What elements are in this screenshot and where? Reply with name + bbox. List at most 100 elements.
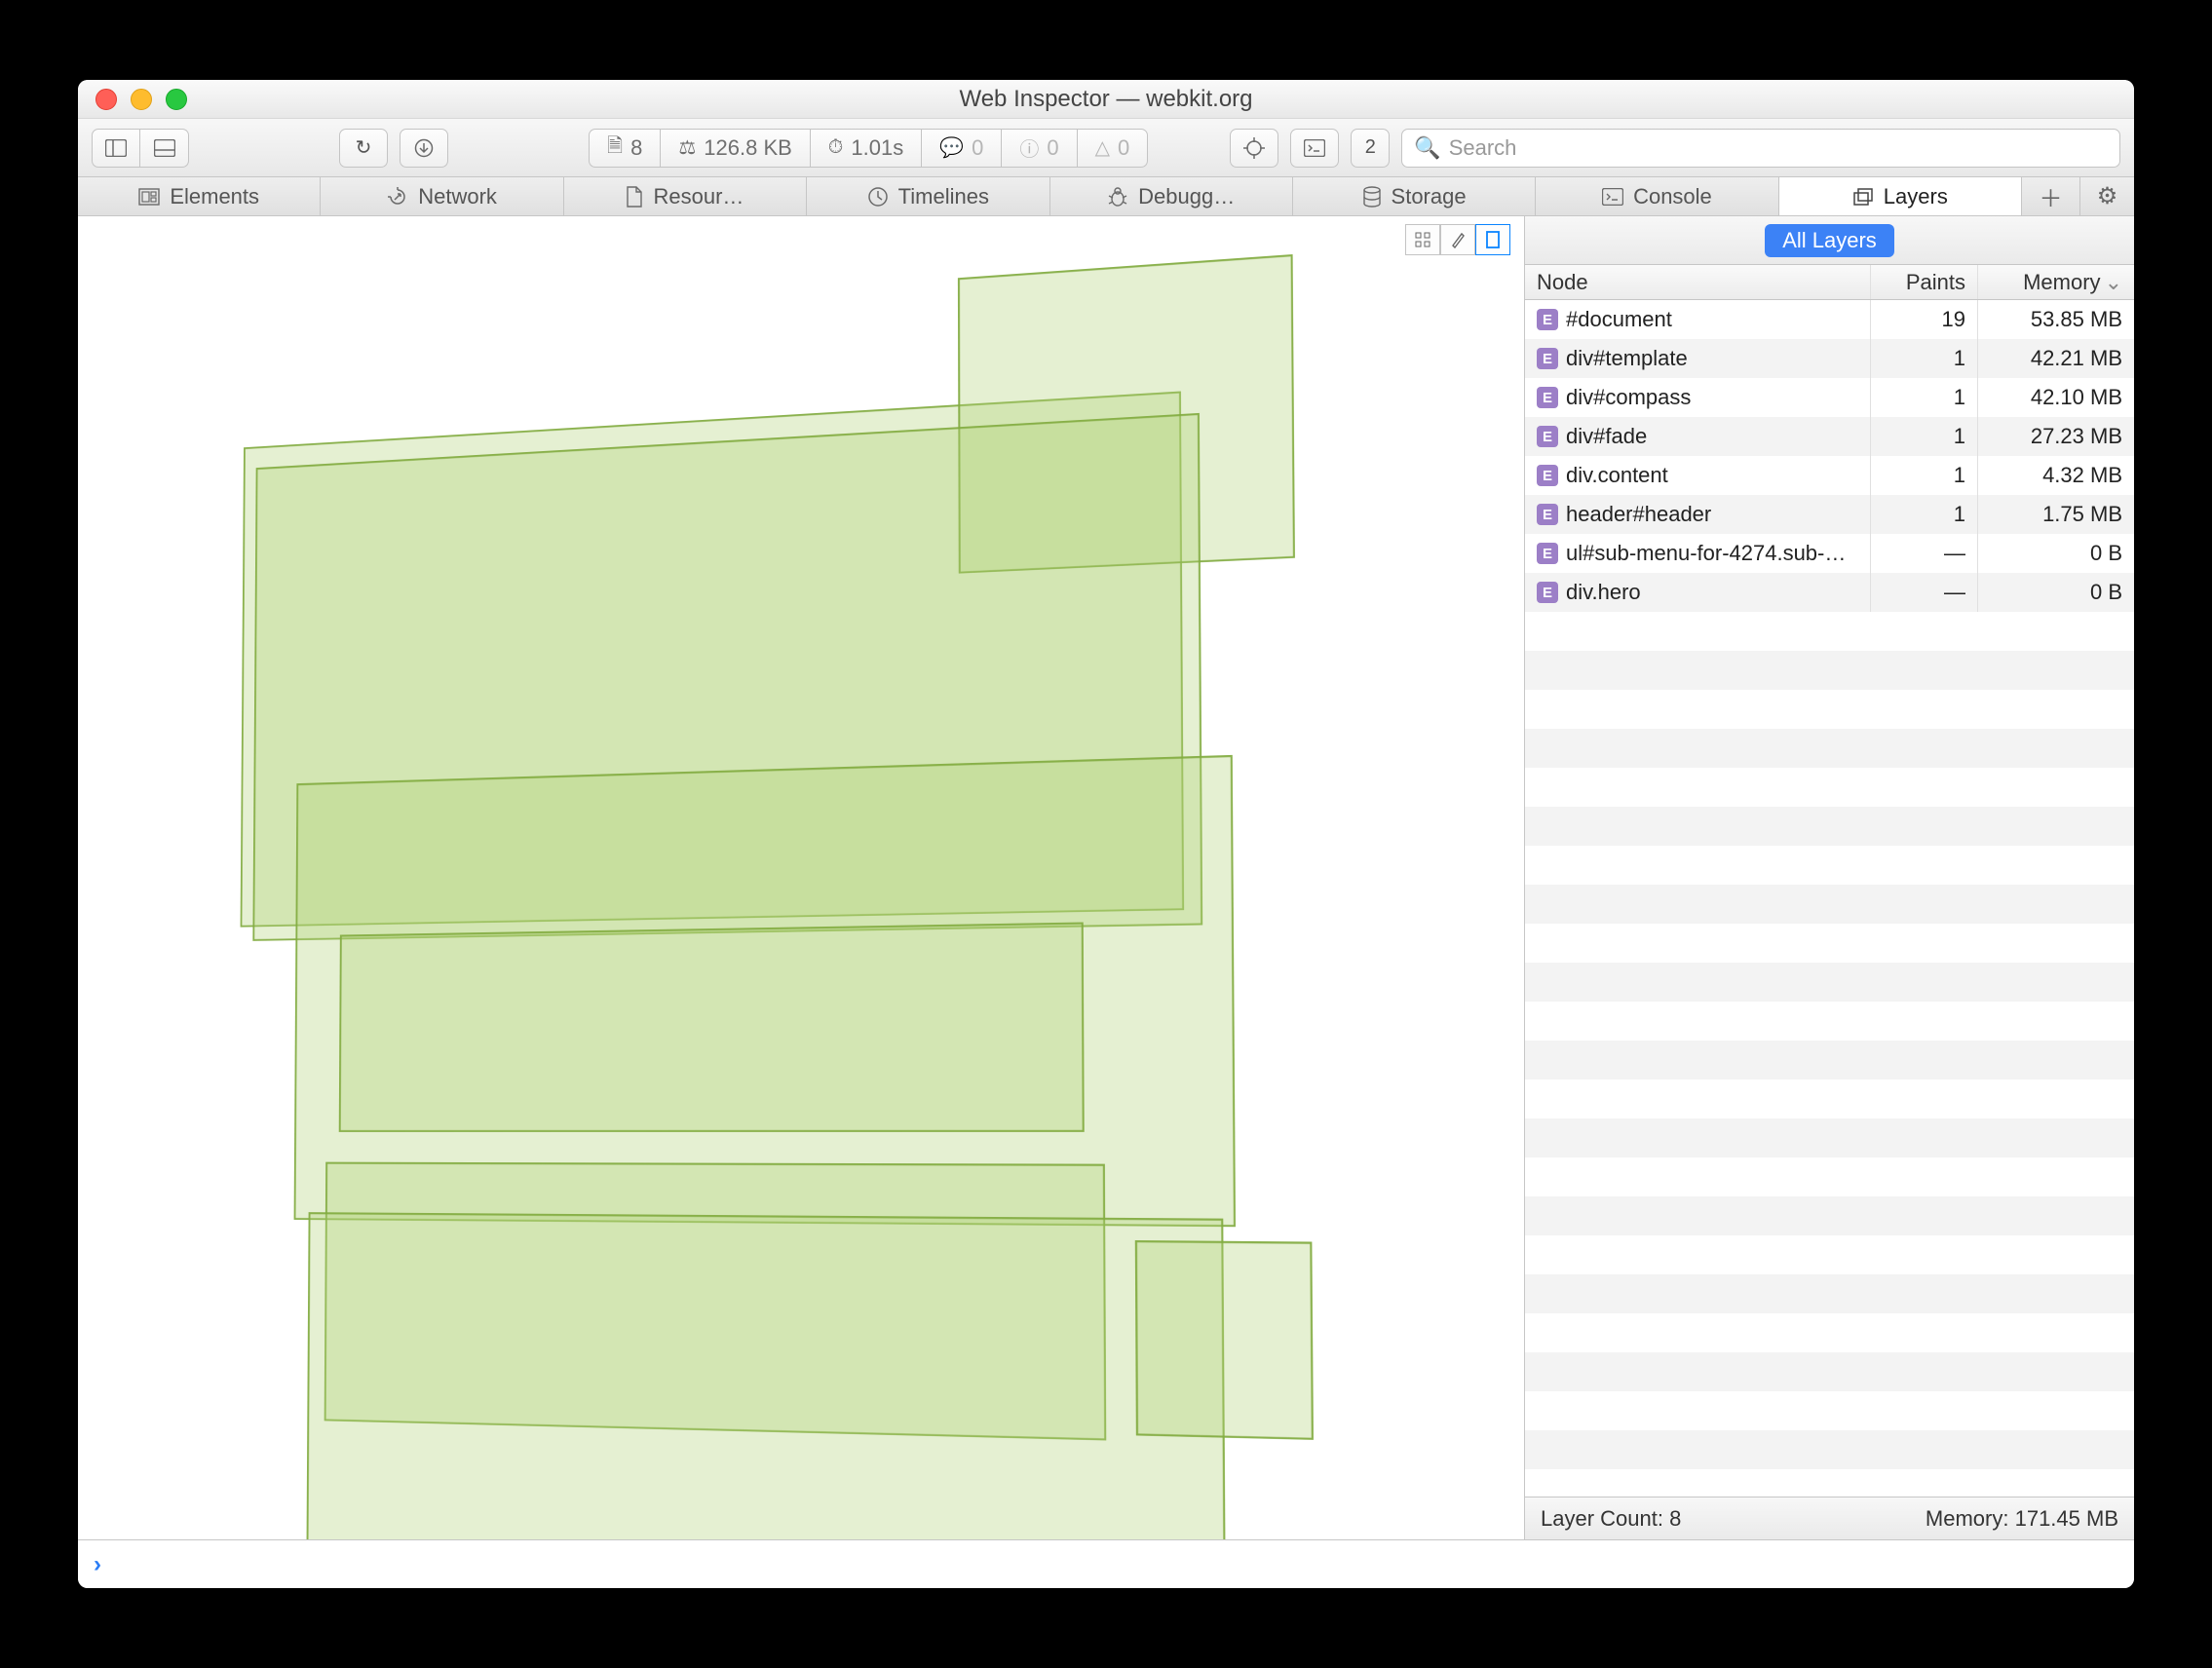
table-row-empty — [1525, 885, 2134, 924]
cell-paints: 19 — [1871, 300, 1978, 339]
tab-storage[interactable]: Storage — [1293, 177, 1536, 215]
new-tab-button[interactable]: ＋ — [2022, 177, 2080, 215]
element-badge-icon: E — [1537, 582, 1558, 603]
table-row[interactable]: Ediv#template142.21 MB — [1525, 339, 2134, 378]
download-button[interactable] — [400, 129, 448, 168]
cell-paints: 1 — [1871, 378, 1978, 417]
cell-paints: — — [1871, 573, 1978, 612]
document-icon: 🗎 — [607, 132, 623, 165]
time-stat[interactable]: ⏱1.01s — [810, 129, 921, 168]
element-badge-icon: E — [1537, 426, 1558, 447]
table-body[interactable]: E#document1953.85 MBEdiv#template142.21 … — [1525, 300, 2134, 1497]
cell-node: Eheader#header — [1525, 495, 1871, 534]
scope-all-layers[interactable]: All Layers — [1765, 224, 1894, 257]
table-row[interactable]: Ediv#compass142.10 MB — [1525, 378, 2134, 417]
element-badge-icon: E — [1537, 504, 1558, 525]
layers-sidebar: All Layers Node Paints Memory E #document… — [1525, 216, 2134, 1539]
errors-stat[interactable]: ⓘ0 — [1001, 129, 1076, 168]
view-3d-button[interactable] — [1475, 224, 1510, 255]
column-paints[interactable]: Paints — [1871, 265, 1978, 299]
toolbar-count[interactable]: 2 — [1351, 129, 1390, 168]
tab-timelines[interactable]: Timelines — [807, 177, 1049, 215]
node-name: div.content — [1566, 463, 1668, 488]
resources-stat[interactable]: 🗎8 — [589, 129, 660, 168]
cell-paints: 1 — [1871, 456, 1978, 495]
cell-memory: 0 B — [1978, 573, 2134, 612]
search-placeholder: Search — [1449, 135, 1517, 161]
layer-plane[interactable] — [1135, 1240, 1314, 1440]
view-grid-button[interactable] — [1405, 224, 1440, 255]
tab-debugger[interactable]: Debugg… — [1050, 177, 1293, 215]
warnings-stat[interactable]: △0 — [1077, 129, 1149, 168]
gear-icon: ⚙ — [2097, 182, 2118, 210]
column-node[interactable]: Node — [1525, 265, 1871, 299]
cell-node: Ediv.hero — [1525, 573, 1871, 612]
close-button[interactable] — [95, 89, 117, 110]
titlebar: Web Inspector — webkit.org — [78, 80, 2134, 119]
console-button[interactable] — [1290, 129, 1339, 168]
quick-console[interactable]: › — [78, 1539, 2134, 1588]
cell-paints: — — [1871, 534, 1978, 573]
table-row-empty — [1525, 768, 2134, 807]
table-row-empty — [1525, 1118, 2134, 1157]
tab-elements[interactable]: Elements — [78, 177, 321, 215]
node-name: ul#sub-menu-for-4274.sub-… — [1566, 541, 1846, 566]
layer-plane[interactable] — [339, 922, 1085, 1132]
table-row-empty — [1525, 690, 2134, 729]
view-paint-button[interactable] — [1440, 224, 1475, 255]
inspect-element-button[interactable] — [1230, 129, 1278, 168]
table-row[interactable]: E #document 1953.85 MB — [1525, 300, 2134, 339]
table-row-empty — [1525, 1274, 2134, 1313]
toggle-left-sidebar-button[interactable] — [92, 129, 140, 168]
tab-console[interactable]: Console — [1536, 177, 1778, 215]
cell-node: Ediv#fade — [1525, 417, 1871, 456]
node-name: #document — [1566, 307, 1672, 332]
node-name: header#header — [1566, 502, 1711, 527]
table-row[interactable]: Eul#sub-menu-for-4274.sub-…—0 B — [1525, 534, 2134, 573]
cell-memory: 27.23 MB — [1978, 417, 2134, 456]
resources-icon — [626, 186, 643, 208]
layer-plane[interactable] — [306, 1212, 1227, 1539]
table-row[interactable]: Ediv#fade127.23 MB — [1525, 417, 2134, 456]
cell-node: E #document — [1525, 300, 1871, 339]
tab-layers[interactable]: Layers — [1779, 177, 2022, 215]
layer-count-label: Layer Count: 8 — [1541, 1506, 1681, 1532]
element-badge-icon: E — [1537, 543, 1558, 564]
plus-icon: ＋ — [2040, 179, 2063, 213]
layers-3d-viewport[interactable] — [78, 216, 1525, 1539]
logs-stat[interactable]: 💬0 — [921, 129, 1001, 168]
table-row[interactable]: Ediv.hero—0 B — [1525, 573, 2134, 612]
view-controls — [1405, 224, 1510, 255]
table-row-empty — [1525, 1080, 2134, 1118]
grid-icon — [1415, 232, 1430, 247]
table-row-empty — [1525, 1002, 2134, 1041]
cell-memory: 42.21 MB — [1978, 339, 2134, 378]
table-row[interactable]: Eheader#header11.75 MB — [1525, 495, 2134, 534]
scope-bar: All Layers — [1525, 216, 2134, 265]
chat-icon: 💬 — [939, 135, 964, 160]
column-memory[interactable]: Memory — [1978, 265, 2134, 299]
table-row[interactable]: Ediv.content14.32 MB — [1525, 456, 2134, 495]
cell-node: Ediv.content — [1525, 456, 1871, 495]
search-field[interactable]: 🔍 Search — [1401, 129, 2120, 168]
table-row-empty — [1525, 1196, 2134, 1235]
cell-memory: 53.85 MB — [1978, 300, 2134, 339]
search-icon: 🔍 — [1414, 135, 1440, 161]
cell-node: Ediv#template — [1525, 339, 1871, 378]
element-badge-icon: E — [1537, 309, 1558, 330]
toolbar: ↻ 🗎8 ⚖126.8 KB ⏱1.01s 💬0 ⓘ0 △0 2 🔍 Searc… — [78, 119, 2134, 177]
debugger-icon — [1107, 186, 1128, 208]
size-stat[interactable]: ⚖126.8 KB — [660, 129, 809, 168]
tab-resources[interactable]: Resour… — [564, 177, 807, 215]
memory-label: Memory: 171.45 MB — [1926, 1506, 2118, 1532]
maximize-button[interactable] — [166, 89, 187, 110]
tab-settings-button[interactable]: ⚙ — [2080, 177, 2134, 215]
window-controls — [78, 89, 187, 110]
minimize-button[interactable] — [131, 89, 152, 110]
cell-memory: 4.32 MB — [1978, 456, 2134, 495]
cell-node: Ediv#compass — [1525, 378, 1871, 417]
tab-network[interactable]: Network — [321, 177, 563, 215]
status-bar: Layer Count: 8 Memory: 171.45 MB — [1525, 1497, 2134, 1539]
toggle-bottom-panel-button[interactable] — [140, 129, 189, 168]
reload-button[interactable]: ↻ — [339, 129, 388, 168]
